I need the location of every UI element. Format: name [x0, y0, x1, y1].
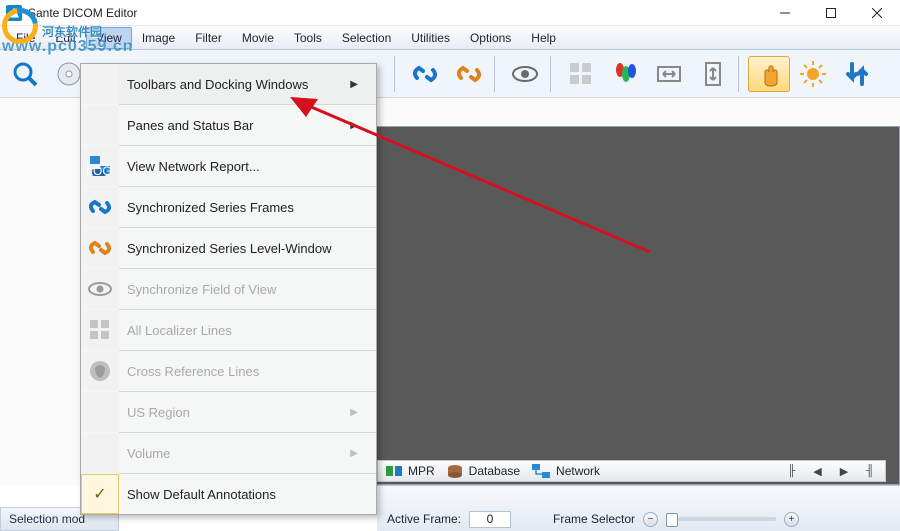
toolbar-brightness-button[interactable]: [792, 56, 834, 92]
mpr-icon: [386, 464, 402, 478]
menu-edit[interactable]: Edit: [45, 27, 86, 49]
toolbar-separator: [494, 56, 500, 92]
tab-database[interactable]: Database: [447, 464, 520, 478]
menu-tools[interactable]: Tools: [284, 27, 332, 49]
menu-item-sync-fov: Synchronize Field of View: [81, 269, 376, 309]
toolbar-fit-v-button[interactable]: [692, 56, 734, 92]
tab-nav-next[interactable]: ▶: [837, 465, 851, 478]
menu-selection[interactable]: Selection: [332, 27, 401, 49]
tab-mpr[interactable]: MPR: [386, 464, 435, 478]
head-icon: [87, 358, 113, 384]
svg-text:LOG: LOG: [87, 164, 112, 178]
tab-network[interactable]: Network: [532, 464, 600, 478]
database-icon: [447, 464, 463, 478]
view-menu-dropdown: Toolbars and Docking Windows▶ Panes and …: [80, 63, 377, 515]
toolbar-sync-level-button[interactable]: [448, 56, 490, 92]
menu-item-crossref: Cross Reference Lines: [81, 351, 376, 391]
quad-icon: [567, 60, 595, 88]
toolbar-fov-button[interactable]: [504, 56, 546, 92]
link-orange-icon: [87, 235, 113, 261]
tab-nav-prev[interactable]: ◀: [810, 465, 824, 478]
window-maximize-button[interactable]: [808, 0, 854, 26]
chevron-right-icon: ▶: [350, 407, 358, 418]
toolbar-swap-button[interactable]: [836, 56, 878, 92]
toolbar-open-button[interactable]: [4, 56, 46, 92]
menu-item-network-report[interactable]: LOGView Network Report...: [81, 146, 376, 186]
status-bar: Active Frame: 0 Frame Selector − +: [377, 485, 900, 531]
active-frame-value: 0: [469, 511, 511, 528]
bottom-tab-strip: MPR Database Network ╟ ◀ ▶ ╢: [377, 460, 886, 482]
menu-image[interactable]: Image: [132, 27, 185, 49]
menu-view[interactable]: View: [86, 27, 132, 49]
menu-help[interactable]: Help: [521, 27, 566, 49]
cd-icon: [55, 60, 83, 88]
fit-v-icon: [699, 60, 727, 88]
quad-icon: [87, 317, 113, 343]
menu-file[interactable]: File: [6, 27, 45, 49]
toolbar-layout-button[interactable]: [560, 56, 602, 92]
active-frame-label: Active Frame:: [387, 512, 461, 526]
menu-options[interactable]: Options: [460, 27, 521, 49]
menubar: File Edit View Image Filter Movie Tools …: [0, 26, 900, 50]
toolbar-fit-h-button[interactable]: [648, 56, 690, 92]
toolbar-separator: [550, 56, 556, 92]
toolbar-separator: [394, 56, 400, 92]
menu-filter[interactable]: Filter: [185, 27, 232, 49]
rgb-blobs-icon: [611, 60, 639, 88]
toolbar-color-button[interactable]: [604, 56, 646, 92]
toolbar-separator: [738, 56, 744, 92]
chevron-right-icon: ▶: [350, 120, 358, 131]
menu-item-us-region: US Region▶: [81, 392, 376, 432]
window-title: Sante DICOM Editor: [28, 6, 762, 20]
frame-selector-minus[interactable]: −: [643, 512, 658, 527]
net-log-icon: LOG: [87, 153, 113, 179]
link-blue-icon: [411, 60, 439, 88]
sun-icon: [799, 60, 827, 88]
menu-item-localizer: All Localizer Lines: [81, 310, 376, 350]
frame-selector-plus[interactable]: +: [784, 512, 799, 527]
toolbar-pan-button[interactable]: [748, 56, 790, 92]
link-blue-icon: [87, 194, 113, 220]
window-titlebar: Sante DICOM Editor: [0, 0, 900, 26]
menu-item-volume: Volume▶: [81, 433, 376, 473]
menu-item-sync-frames[interactable]: Synchronized Series Frames: [81, 187, 376, 227]
menu-movie[interactable]: Movie: [232, 27, 284, 49]
menu-item-default-annotations[interactable]: ✓Show Default Annotations: [81, 474, 376, 514]
toolbar-sync-frames-button[interactable]: [404, 56, 446, 92]
menu-item-sync-level[interactable]: Synchronized Series Level-Window: [81, 228, 376, 268]
hand-icon: [755, 60, 783, 88]
menu-item-panes[interactable]: Panes and Status Bar▶: [81, 105, 376, 145]
swap-icon: [843, 60, 871, 88]
fit-h-icon: [655, 60, 683, 88]
window-minimize-button[interactable]: [762, 0, 808, 26]
eye-icon: [511, 60, 539, 88]
frame-selector-label: Frame Selector: [553, 512, 635, 526]
link-orange-icon: [455, 60, 483, 88]
menu-utilities[interactable]: Utilities: [401, 27, 460, 49]
frame-selector-slider[interactable]: [666, 517, 776, 521]
tab-nav-first[interactable]: ╟: [784, 465, 798, 477]
network-icon: [532, 464, 550, 478]
eye-icon: [87, 276, 113, 302]
tab-nav-last[interactable]: ╢: [863, 465, 877, 477]
window-close-button[interactable]: [854, 0, 900, 26]
magnifier-icon: [11, 60, 39, 88]
chevron-right-icon: ▶: [350, 79, 358, 90]
chevron-right-icon: ▶: [350, 448, 358, 459]
check-icon: ✓: [81, 474, 119, 514]
app-icon: [6, 5, 22, 21]
menu-item-toolbars[interactable]: Toolbars and Docking Windows▶: [81, 64, 376, 104]
